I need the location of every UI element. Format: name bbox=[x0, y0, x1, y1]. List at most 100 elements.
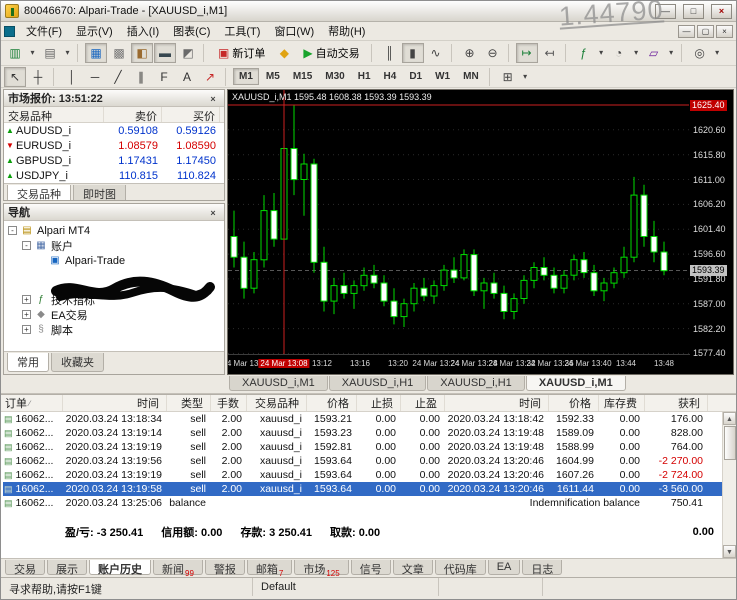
chart-plot-area[interactable] bbox=[228, 90, 690, 356]
arrows-icon[interactable]: ↗ bbox=[199, 67, 221, 87]
chart-tab[interactable]: XAUUSD_i,H1 bbox=[328, 376, 427, 391]
history-row[interactable]: ▤ 16062... 2020.03.24 13:19:58 sell 2.00 … bbox=[3, 482, 736, 496]
text-label-icon[interactable]: A bbox=[176, 67, 198, 87]
scroll-down-icon[interactable]: ▼ bbox=[723, 545, 736, 558]
status-profile[interactable]: Default bbox=[253, 578, 439, 596]
search-icon[interactable]: ◎ bbox=[689, 43, 711, 63]
channel-icon[interactable]: ∥ bbox=[130, 67, 152, 87]
tree-expander-icon[interactable]: + bbox=[22, 295, 31, 304]
bar-chart-icon[interactable]: ║ bbox=[379, 43, 401, 63]
navigator-item[interactable]: ▣ Alpari-Trade bbox=[4, 253, 224, 268]
close-button[interactable]: × bbox=[711, 3, 732, 19]
child-restore-button[interactable]: ▢ bbox=[697, 24, 714, 38]
objects-dropdown-icon[interactable]: ▾ bbox=[520, 67, 531, 87]
history-row[interactable]: ▤ 16062... 2020.03.24 13:25:06 balance In… bbox=[3, 496, 736, 510]
indicators-dropdown-icon[interactable]: ▾ bbox=[596, 43, 607, 63]
chart-tab[interactable]: XAUUSD_i,M1 bbox=[229, 376, 328, 391]
navigator-item[interactable]: - ▦ 账户 bbox=[4, 238, 224, 253]
history-row[interactable]: ▤ 16062... 2020.03.24 13:19:19 sell 2.00 … bbox=[3, 468, 736, 482]
column-header[interactable]: 时间 bbox=[445, 395, 549, 411]
horizontal-line-icon[interactable]: ─ bbox=[84, 67, 106, 87]
new-chart-icon[interactable]: ▥ bbox=[4, 43, 26, 63]
history-row[interactable]: ▤ 16062... 2020.03.24 13:19:19 sell 2.00 … bbox=[3, 440, 736, 454]
strategy-tester-icon[interactable]: ◩ bbox=[177, 43, 199, 63]
market-watch-icon[interactable]: ▦ bbox=[85, 43, 107, 63]
time-axis[interactable]: 24 Mar 13:04 24 Mar 13:08 13:12 13:16 13:20 2… bbox=[228, 354, 690, 374]
terminal-tab[interactable]: 新闻99 bbox=[153, 560, 203, 578]
tree-expander-icon[interactable]: + bbox=[22, 310, 31, 319]
auto-scroll-icon[interactable]: ↦ bbox=[515, 43, 538, 63]
column-header[interactable]: 交易品种 bbox=[247, 395, 307, 411]
terminal-icon[interactable]: ▬ bbox=[154, 43, 176, 63]
terminal-tab[interactable]: EA bbox=[487, 560, 521, 575]
indicator-window-icon[interactable]: ⊞ bbox=[497, 67, 519, 87]
timeframe-button[interactable]: W1 bbox=[429, 68, 456, 85]
navigator-tab[interactable]: 收藏夹 bbox=[51, 353, 104, 372]
vertical-line-icon[interactable]: │ bbox=[61, 67, 83, 87]
menu-item[interactable]: 显示(V) bbox=[69, 21, 120, 41]
scroll-thumb[interactable] bbox=[723, 426, 736, 460]
navigator-item[interactable]: - ▤ Alpari MT4 bbox=[4, 223, 224, 238]
menu-item[interactable]: 文件(F) bbox=[19, 21, 69, 41]
navigator-tab[interactable]: 常用 bbox=[7, 353, 49, 372]
market-watch-row[interactable]: ▲ AUDUSD_i 0.59108 0.59126 bbox=[4, 123, 224, 138]
price-scale[interactable]: 1625.40 1620.60 1615.80 1611.00 1606.20 1601.… bbox=[689, 90, 733, 358]
column-header[interactable]: 订单 ∕ bbox=[3, 395, 63, 411]
profiles-dropdown-icon[interactable]: ▾ bbox=[62, 43, 73, 63]
periods-dropdown-icon[interactable]: ▾ bbox=[631, 43, 642, 63]
title-bar[interactable]: 80046670: Alpari-Trade - [XAUUSD_i,M1] —… bbox=[1, 1, 736, 22]
column-header[interactable]: 价格 bbox=[307, 395, 357, 411]
terminal-tab[interactable]: 代码库 bbox=[434, 560, 486, 576]
navigator-item[interactable]: + § 脚本 bbox=[4, 322, 224, 337]
chart-tab[interactable]: XAUUSD_i,M1 bbox=[525, 376, 626, 391]
trendline-icon[interactable]: ╱ bbox=[107, 67, 129, 87]
terminal-tab[interactable]: 邮箱7 bbox=[246, 560, 293, 578]
navigator-item[interactable]: + ◆ EA交易 bbox=[4, 307, 224, 322]
menu-item[interactable]: 窗口(W) bbox=[267, 21, 321, 41]
history-row[interactable]: ▤ 16062... 2020.03.24 13:19:56 sell 2.00 … bbox=[3, 454, 736, 468]
indicators-icon[interactable]: ƒ bbox=[573, 43, 595, 63]
candlestick-chart-icon[interactable]: ▮ bbox=[401, 43, 424, 63]
periods-icon[interactable]: ◔ bbox=[608, 43, 630, 63]
scroll-up-icon[interactable]: ▲ bbox=[723, 412, 736, 425]
column-header[interactable]: 获利 bbox=[645, 395, 708, 411]
maximize-button[interactable]: □ bbox=[683, 3, 704, 19]
market-watch-row[interactable]: ▼ EURUSD_i 1.08579 1.08590 bbox=[4, 138, 224, 153]
market-watch-tab[interactable]: 即时图 bbox=[73, 185, 126, 200]
resize-grip[interactable] bbox=[721, 578, 736, 596]
data-window-icon[interactable]: ▩ bbox=[108, 43, 130, 63]
zoom-out-icon[interactable]: ⊖ bbox=[482, 43, 504, 63]
terminal-tab[interactable]: 警报 bbox=[204, 560, 245, 576]
history-row[interactable]: ▤ 16062... 2020.03.24 13:19:14 sell 2.00 … bbox=[3, 426, 736, 440]
timeframe-button[interactable]: M5 bbox=[260, 68, 286, 85]
terminal-tab[interactable]: 交易 bbox=[5, 560, 45, 576]
crosshair-icon[interactable]: ┼ bbox=[27, 67, 49, 87]
menu-item[interactable]: 插入(I) bbox=[120, 21, 166, 41]
market-watch-row[interactable]: ▲ USDJPY_i 110.815 110.824 bbox=[4, 168, 224, 183]
close-icon[interactable]: × bbox=[206, 206, 220, 219]
column-header[interactable]: 止盈 bbox=[401, 395, 445, 411]
timeframe-button[interactable]: M15 bbox=[287, 68, 318, 85]
fibonacci-icon[interactable]: F bbox=[153, 67, 175, 87]
terminal-tab[interactable]: 账户历史 bbox=[89, 560, 151, 576]
templates-icon[interactable]: ▱ bbox=[643, 43, 665, 63]
new-chart-dropdown-icon[interactable]: ▾ bbox=[27, 43, 38, 63]
terminal-tab[interactable]: 文章 bbox=[392, 560, 433, 576]
menu-item[interactable]: 工具(T) bbox=[217, 21, 267, 41]
close-icon[interactable]: × bbox=[206, 92, 220, 105]
zoom-in-icon[interactable]: ⊕ bbox=[459, 43, 481, 63]
terminal-tab[interactable]: 日志 bbox=[522, 560, 563, 576]
navigator-icon[interactable]: ◧ bbox=[131, 43, 153, 63]
terminal-tab[interactable]: 信号 bbox=[350, 560, 391, 576]
timeframe-button[interactable]: M1 bbox=[233, 68, 259, 85]
profiles-icon[interactable]: ▤ bbox=[39, 43, 61, 63]
column-header[interactable]: 类型 bbox=[167, 395, 211, 411]
column-header[interactable]: 价格 bbox=[549, 395, 599, 411]
market-watch-row[interactable]: ▲ GBPUSD_i 1.17431 1.17450 bbox=[4, 153, 224, 168]
terminal-scrollbar[interactable]: ▲ ▼ bbox=[722, 412, 736, 558]
metaeditor-icon[interactable]: ◆ bbox=[273, 43, 295, 63]
help-dropdown-icon[interactable]: ▾ bbox=[712, 43, 723, 63]
tree-expander-icon[interactable]: - bbox=[22, 241, 31, 250]
column-header[interactable]: 止损 bbox=[357, 395, 401, 411]
tree-expander-icon[interactable]: + bbox=[22, 325, 31, 334]
